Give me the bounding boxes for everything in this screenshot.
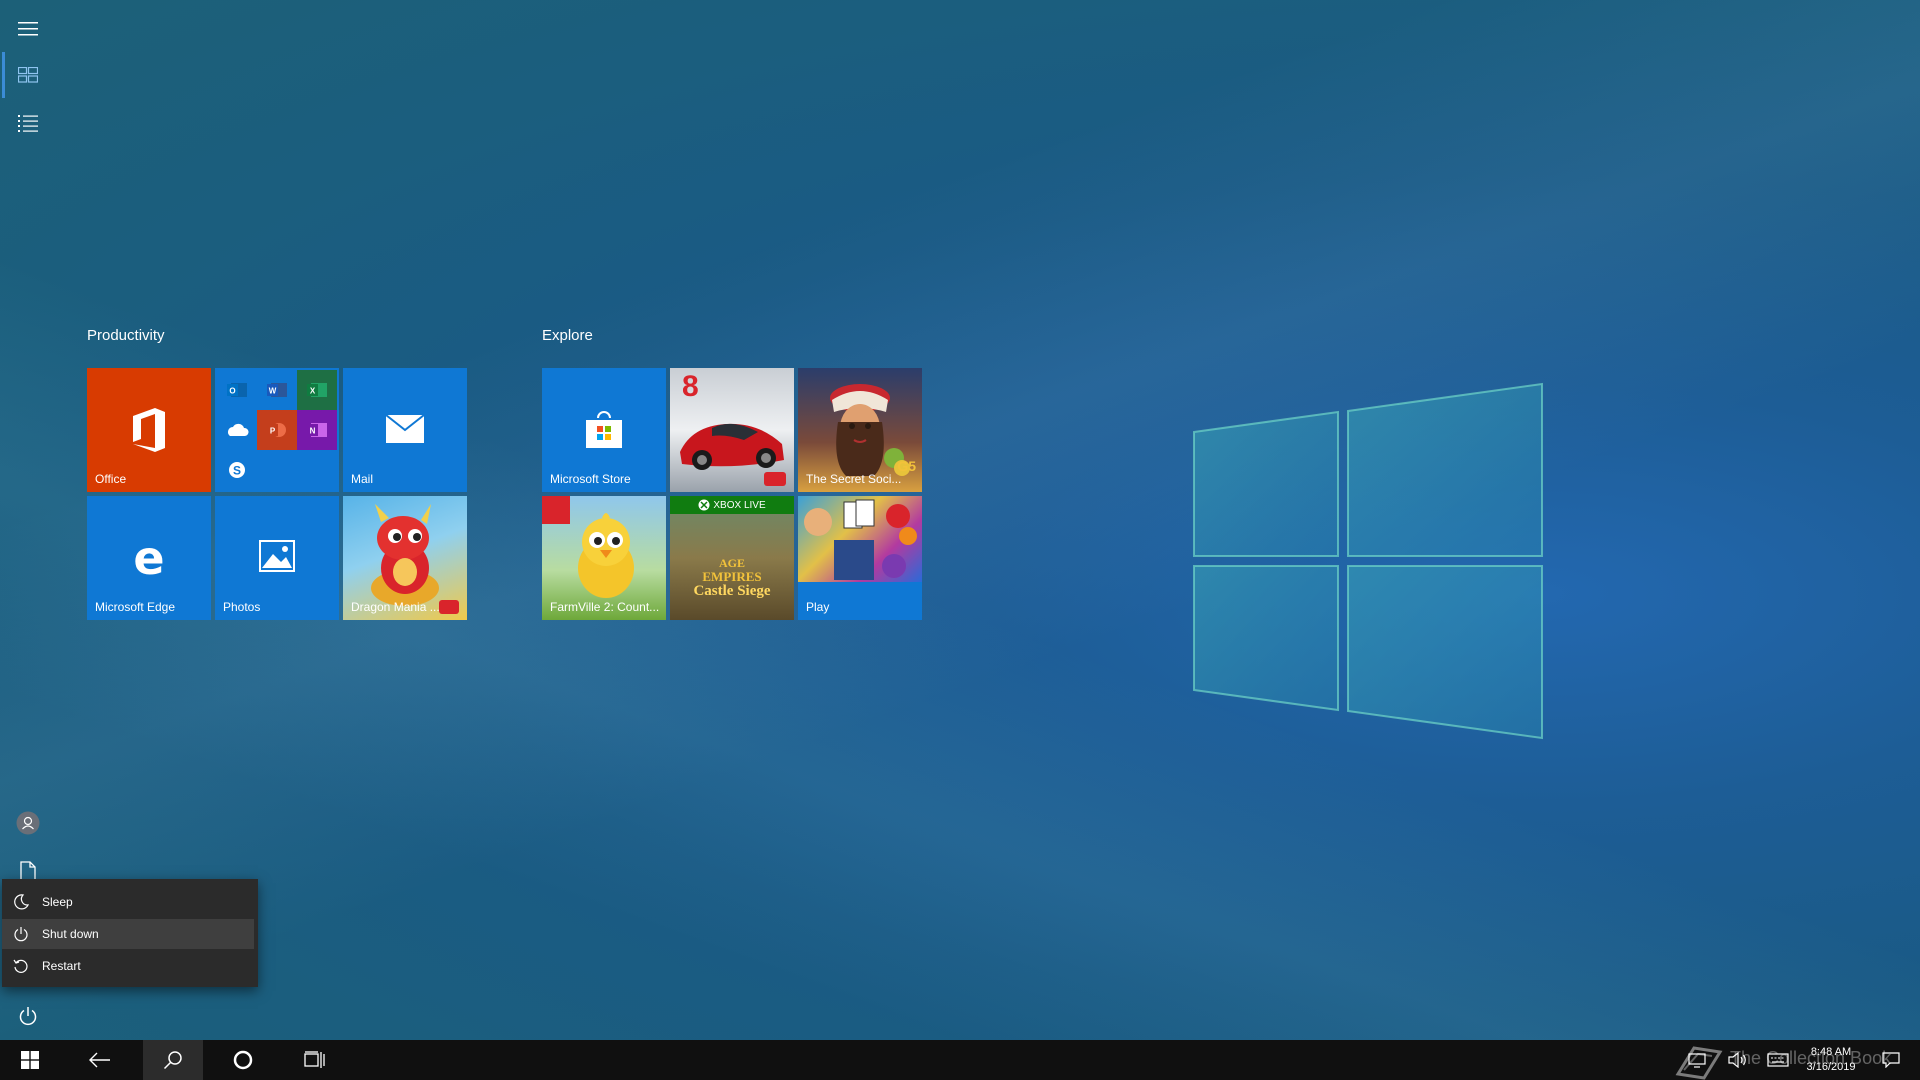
tile-microsoft-edge[interactable]: e Microsoft Edge xyxy=(87,496,211,620)
tile-label: Play xyxy=(806,600,830,614)
expand-menu-button[interactable] xyxy=(0,6,56,52)
asphalt-badge: 8 xyxy=(682,370,699,403)
svg-text:e: e xyxy=(133,536,164,580)
tile-office-apps-folder[interactable]: O W X P N S xyxy=(215,368,339,492)
windows-icon xyxy=(21,1051,39,1069)
xbox-live-label: XBOX LIVE xyxy=(713,499,766,511)
svg-text:X: X xyxy=(310,387,316,396)
power-menu-restart[interactable]: Restart xyxy=(2,951,254,981)
word-icon: W xyxy=(257,370,297,410)
gameloft-badge-icon xyxy=(764,472,786,486)
photos-icon xyxy=(259,540,295,572)
search-icon xyxy=(163,1051,182,1070)
svg-text:W: W xyxy=(269,387,277,396)
list-icon xyxy=(18,115,38,132)
outlook-icon: O xyxy=(217,370,257,410)
restart-icon xyxy=(13,959,28,973)
pinned-tiles-button[interactable] xyxy=(0,52,56,98)
power-menu-shut-down[interactable]: Shut down xyxy=(2,919,254,949)
power-menu-label: Sleep xyxy=(42,895,73,909)
power-menu-label: Shut down xyxy=(42,927,99,941)
search-button[interactable] xyxy=(143,1040,203,1080)
gameloft-badge-icon xyxy=(439,600,459,614)
back-button[interactable] xyxy=(70,1040,130,1080)
farmville-icon xyxy=(578,513,634,598)
cortana-icon xyxy=(233,1050,253,1070)
network-icon xyxy=(1688,1053,1706,1068)
power-menu: Sleep Shut down Restart xyxy=(2,879,258,987)
svg-text:S: S xyxy=(233,464,241,478)
power-button[interactable] xyxy=(0,993,56,1039)
xbox-live-banner: XBOX LIVE xyxy=(670,496,794,514)
aoe-title-line: Castle Siege xyxy=(693,583,771,599)
task-view-icon xyxy=(304,1051,325,1068)
mail-icon xyxy=(385,414,425,443)
tile-label: FarmVille 2: Count... xyxy=(550,600,660,614)
onedrive-icon xyxy=(217,410,257,450)
document-icon xyxy=(20,861,36,881)
volume-icon xyxy=(1728,1052,1746,1068)
office-icon xyxy=(133,408,165,452)
tiles-icon xyxy=(18,67,38,83)
windows-wallpaper-logo xyxy=(1193,382,1543,740)
clock-date: 3/16/2019 xyxy=(1806,1061,1856,1073)
powerpoint-icon: P xyxy=(257,410,297,450)
tile-age-of-empires-castle-siege[interactable]: XBOX LIVE AGE EMPIRES Castle Siege xyxy=(670,496,794,620)
tile-label: Dragon Mania ... xyxy=(351,600,440,614)
notification-icon xyxy=(1882,1052,1900,1068)
task-view-button[interactable] xyxy=(285,1040,345,1080)
tile-label: Photos xyxy=(223,600,261,614)
power-menu-sleep[interactable]: Sleep xyxy=(2,887,254,917)
dragon-mania-icon xyxy=(371,504,439,606)
tile-farmville-2[interactable]: FarmVille 2: Count... xyxy=(542,496,666,620)
svg-text:P: P xyxy=(270,427,276,436)
tile-label: Mail xyxy=(351,472,374,486)
clock-time: 8:48 AM xyxy=(1810,1046,1852,1058)
taskbar: The Collection Book 8:48 AM 3/16/2019 xyxy=(0,1040,1920,1080)
network-tray-button[interactable] xyxy=(1686,1050,1708,1070)
power-menu-label: Restart xyxy=(42,959,81,973)
tile-dragon-mania[interactable]: Dragon Mania ... xyxy=(343,496,467,620)
onenote-icon: N xyxy=(297,410,337,450)
edge-icon: e xyxy=(133,536,164,580)
hamburger-icon xyxy=(18,22,38,36)
action-center-button[interactable] xyxy=(1880,1050,1902,1070)
tile-secret-society[interactable]: G5 The Secret Soci... xyxy=(798,368,922,492)
tile-label: Microsoft Store xyxy=(550,472,631,486)
user-account-button[interactable] xyxy=(0,800,56,846)
play-games-icon xyxy=(798,496,922,582)
tile-label: Microsoft Edge xyxy=(95,600,176,614)
power-icon xyxy=(14,927,28,942)
aoe-title-line: AGE xyxy=(718,556,745,570)
group-title-productivity: Productivity xyxy=(87,327,165,344)
cortana-button[interactable] xyxy=(213,1040,273,1080)
xbox-icon xyxy=(698,499,710,511)
skype-icon: S xyxy=(217,450,257,490)
taskbar-clock[interactable]: 8:48 AM 3/16/2019 xyxy=(1786,1045,1876,1075)
svg-text:O: O xyxy=(229,387,235,396)
tile-asphalt-8[interactable]: 8 xyxy=(670,368,794,492)
tile-mail[interactable]: Mail xyxy=(343,368,467,492)
age-of-empires-icon: AGE EMPIRES Castle Siege xyxy=(670,556,794,599)
store-icon xyxy=(586,411,622,448)
power-icon xyxy=(19,1007,37,1026)
tile-play[interactable]: Play xyxy=(798,496,922,620)
svg-text:N: N xyxy=(310,427,316,436)
tile-photos[interactable]: Photos xyxy=(215,496,339,620)
asphalt-8-icon xyxy=(680,423,784,470)
group-title-explore: Explore xyxy=(542,327,593,344)
all-apps-button[interactable] xyxy=(0,100,56,146)
aoe-title-line: EMPIRES xyxy=(702,569,762,584)
tile-office[interactable]: Office xyxy=(87,368,211,492)
excel-icon: X xyxy=(297,370,337,410)
volume-tray-button[interactable] xyxy=(1727,1050,1749,1070)
tile-label: The Secret Soci... xyxy=(806,472,902,486)
user-avatar-icon xyxy=(16,811,40,835)
tile-label: Office xyxy=(95,472,127,486)
sleep-icon xyxy=(14,894,29,910)
start-button[interactable] xyxy=(0,1040,60,1080)
back-arrow-icon xyxy=(89,1052,110,1068)
tile-microsoft-store[interactable]: Microsoft Store xyxy=(542,368,666,492)
